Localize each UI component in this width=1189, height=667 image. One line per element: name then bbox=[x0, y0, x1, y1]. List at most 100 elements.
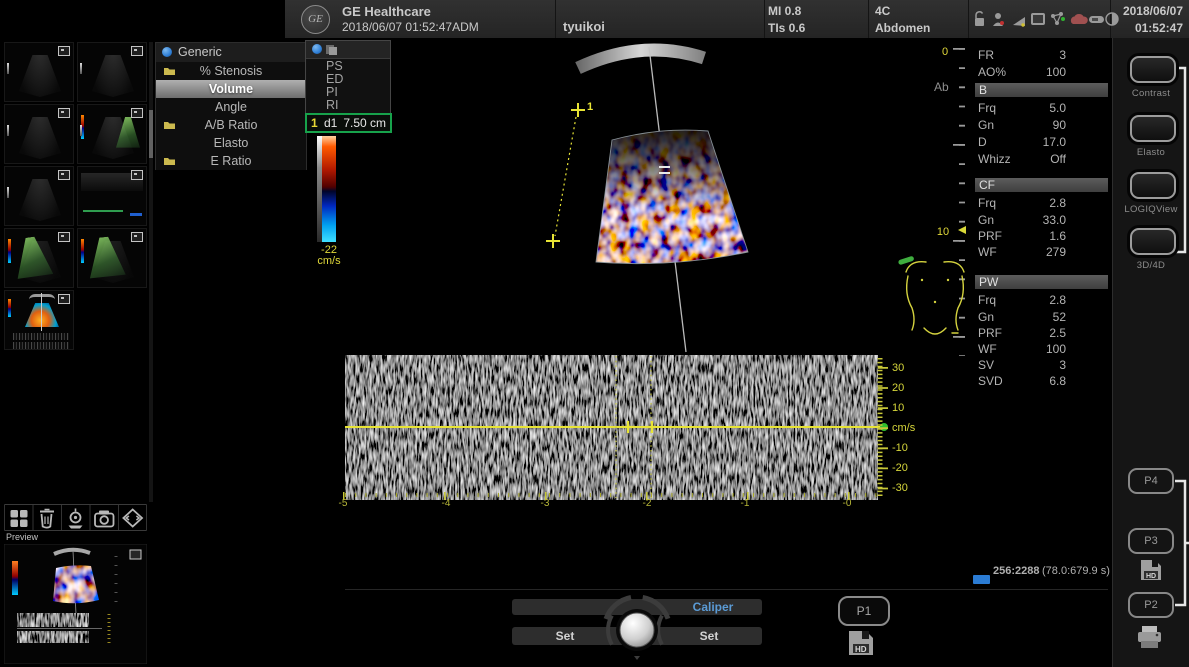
spectrum-y-label: -20 bbox=[892, 462, 908, 474]
thumbnail-type-icon bbox=[58, 294, 70, 304]
logiqview-key[interactable] bbox=[1130, 172, 1176, 199]
pages-icon bbox=[325, 44, 339, 56]
clipboard-thumbnail[interactable] bbox=[77, 104, 147, 164]
thumb-image bbox=[19, 55, 61, 97]
mini-spectrum bbox=[13, 342, 69, 349]
param-section-b: B bbox=[975, 83, 1108, 97]
clipboard-thumbnail[interactable] bbox=[4, 42, 74, 102]
menu-item-stenosis[interactable]: % Stenosis bbox=[156, 62, 306, 80]
cine-scrubber-track[interactable] bbox=[345, 589, 1108, 590]
p4-button[interactable]: P4 bbox=[1128, 468, 1174, 494]
clipboard-thumbnail[interactable] bbox=[4, 166, 74, 226]
caliper-marker-1[interactable] bbox=[571, 103, 585, 117]
param-section-pw: PW bbox=[975, 275, 1108, 289]
param-row: Gn90 bbox=[978, 118, 1066, 133]
param-row: D17.0 bbox=[978, 135, 1066, 150]
network-icon bbox=[1051, 12, 1065, 25]
clipboard-thumbnail[interactable] bbox=[4, 290, 74, 350]
result-index: 1 bbox=[311, 115, 318, 131]
thumbnail-type-icon bbox=[130, 550, 141, 559]
picture-icon bbox=[1031, 13, 1045, 25]
thumbnail-type-icon bbox=[131, 170, 143, 180]
exam-datetime: 2018/06/07 01:52:47ADM bbox=[342, 20, 479, 34]
menu-item-ab-ratio[interactable]: A/B Ratio bbox=[156, 116, 306, 134]
layout-grid-icon[interactable] bbox=[11, 510, 28, 527]
signal-icon bbox=[1013, 17, 1025, 27]
p3-button[interactable]: P3 bbox=[1128, 528, 1174, 554]
measurement-menu-header[interactable]: Generic bbox=[156, 43, 306, 63]
orientation-mark bbox=[80, 125, 82, 136]
thumb-colorbar bbox=[8, 239, 11, 263]
transfer-icon[interactable] bbox=[123, 510, 142, 527]
clipboard-thumbnail[interactable] bbox=[4, 104, 74, 164]
orientation-mark bbox=[7, 63, 9, 74]
spectrum-y-unit: cm/s bbox=[892, 422, 915, 434]
pw-spectrum[interactable] bbox=[343, 352, 921, 512]
color-velocity-bar bbox=[322, 136, 336, 242]
menu-item-volume[interactable]: Volume bbox=[156, 80, 306, 98]
param-row: Frq5.0 bbox=[978, 101, 1066, 116]
set-left-softkey[interactable]: Set bbox=[530, 629, 600, 643]
mini-spectrum-strip bbox=[17, 631, 89, 643]
thumbnail-type-icon bbox=[131, 108, 143, 118]
patient-name[interactable]: tyuikoi bbox=[563, 19, 605, 34]
clipboard-thumbnail[interactable] bbox=[4, 228, 74, 288]
preview-pane[interactable] bbox=[4, 544, 147, 664]
3d4d-key[interactable] bbox=[1130, 228, 1176, 255]
folder-icon bbox=[163, 66, 176, 76]
param-row: SV3 bbox=[978, 358, 1066, 373]
param-row: Gn52 bbox=[978, 310, 1066, 325]
trace-line bbox=[83, 210, 123, 212]
clipboard-toolbar bbox=[4, 504, 147, 531]
brand-name: GE Healthcare bbox=[342, 4, 431, 19]
caliper-softkey[interactable]: Caliper bbox=[672, 600, 754, 614]
delete-icon[interactable] bbox=[40, 510, 54, 528]
clipboard-thumbnail[interactable] bbox=[77, 228, 147, 288]
status-icon-tray bbox=[973, 7, 1119, 31]
cursor-line bbox=[41, 293, 42, 331]
p1-button[interactable]: P1 bbox=[838, 596, 890, 626]
body-marker[interactable] bbox=[896, 250, 976, 336]
system-date: 2018/06/07 bbox=[1117, 4, 1183, 18]
save-hd-icon[interactable]: HD bbox=[845, 627, 877, 659]
depth-label-mid: 10 bbox=[934, 226, 952, 238]
clipboard-thumbnail[interactable] bbox=[77, 42, 147, 102]
menu-item-e-ratio[interactable]: E Ratio bbox=[156, 152, 306, 170]
webcam-icon[interactable] bbox=[69, 509, 83, 529]
probe-name[interactable]: 4C bbox=[875, 4, 890, 18]
clipboard-scrollbar-thumb[interactable] bbox=[149, 110, 153, 158]
param-section-cf: CF bbox=[975, 178, 1108, 192]
menu-item-angle[interactable]: Angle bbox=[156, 98, 306, 116]
menu-item-elasto[interactable]: Elasto bbox=[156, 134, 306, 152]
set-right-softkey[interactable]: Set bbox=[674, 629, 744, 643]
cine-scrubber-thumb[interactable] bbox=[973, 575, 990, 584]
thumbnail-type-icon bbox=[58, 46, 70, 56]
p2-button[interactable]: P2 bbox=[1128, 592, 1174, 618]
ultrasound-screen: GE GE Healthcare 2018/06/07 01:52:47ADM … bbox=[0, 0, 1189, 667]
thumbnail-type-icon bbox=[58, 170, 70, 180]
thumbnail-type-icon bbox=[58, 108, 70, 118]
menu-item-label: E Ratio bbox=[211, 154, 252, 168]
clipboard-thumbnail[interactable] bbox=[77, 166, 147, 226]
param-row: Gn33.0 bbox=[978, 213, 1066, 228]
menu-item-label: Angle bbox=[215, 100, 247, 114]
trackball-widget[interactable] bbox=[593, 583, 683, 667]
camera-icon[interactable] bbox=[95, 511, 114, 527]
3d4d-key-label: 3D/4D bbox=[1113, 260, 1189, 271]
b-mode-image[interactable]: 1 bbox=[340, 40, 980, 358]
focus-marker[interactable] bbox=[958, 226, 966, 234]
thumb-image bbox=[19, 117, 61, 159]
thumb-image bbox=[92, 55, 134, 97]
mini-spectrum-strip bbox=[17, 613, 89, 627]
submenu-item-ri[interactable]: RI bbox=[326, 99, 339, 112]
trackball bbox=[620, 613, 654, 647]
save-hd-icon: HD bbox=[1138, 557, 1165, 584]
param-row: AO%100 bbox=[978, 65, 1066, 80]
elasto-key[interactable] bbox=[1130, 115, 1176, 142]
caliper-marker-2[interactable] bbox=[546, 234, 560, 248]
logiqview-key-label: LOGIQView bbox=[1113, 204, 1189, 215]
thumbnail-type-icon bbox=[131, 232, 143, 242]
contrast-key[interactable] bbox=[1130, 56, 1176, 83]
contrast-key-label: Contrast bbox=[1113, 88, 1189, 99]
param-row: WhizzOff bbox=[978, 152, 1066, 167]
